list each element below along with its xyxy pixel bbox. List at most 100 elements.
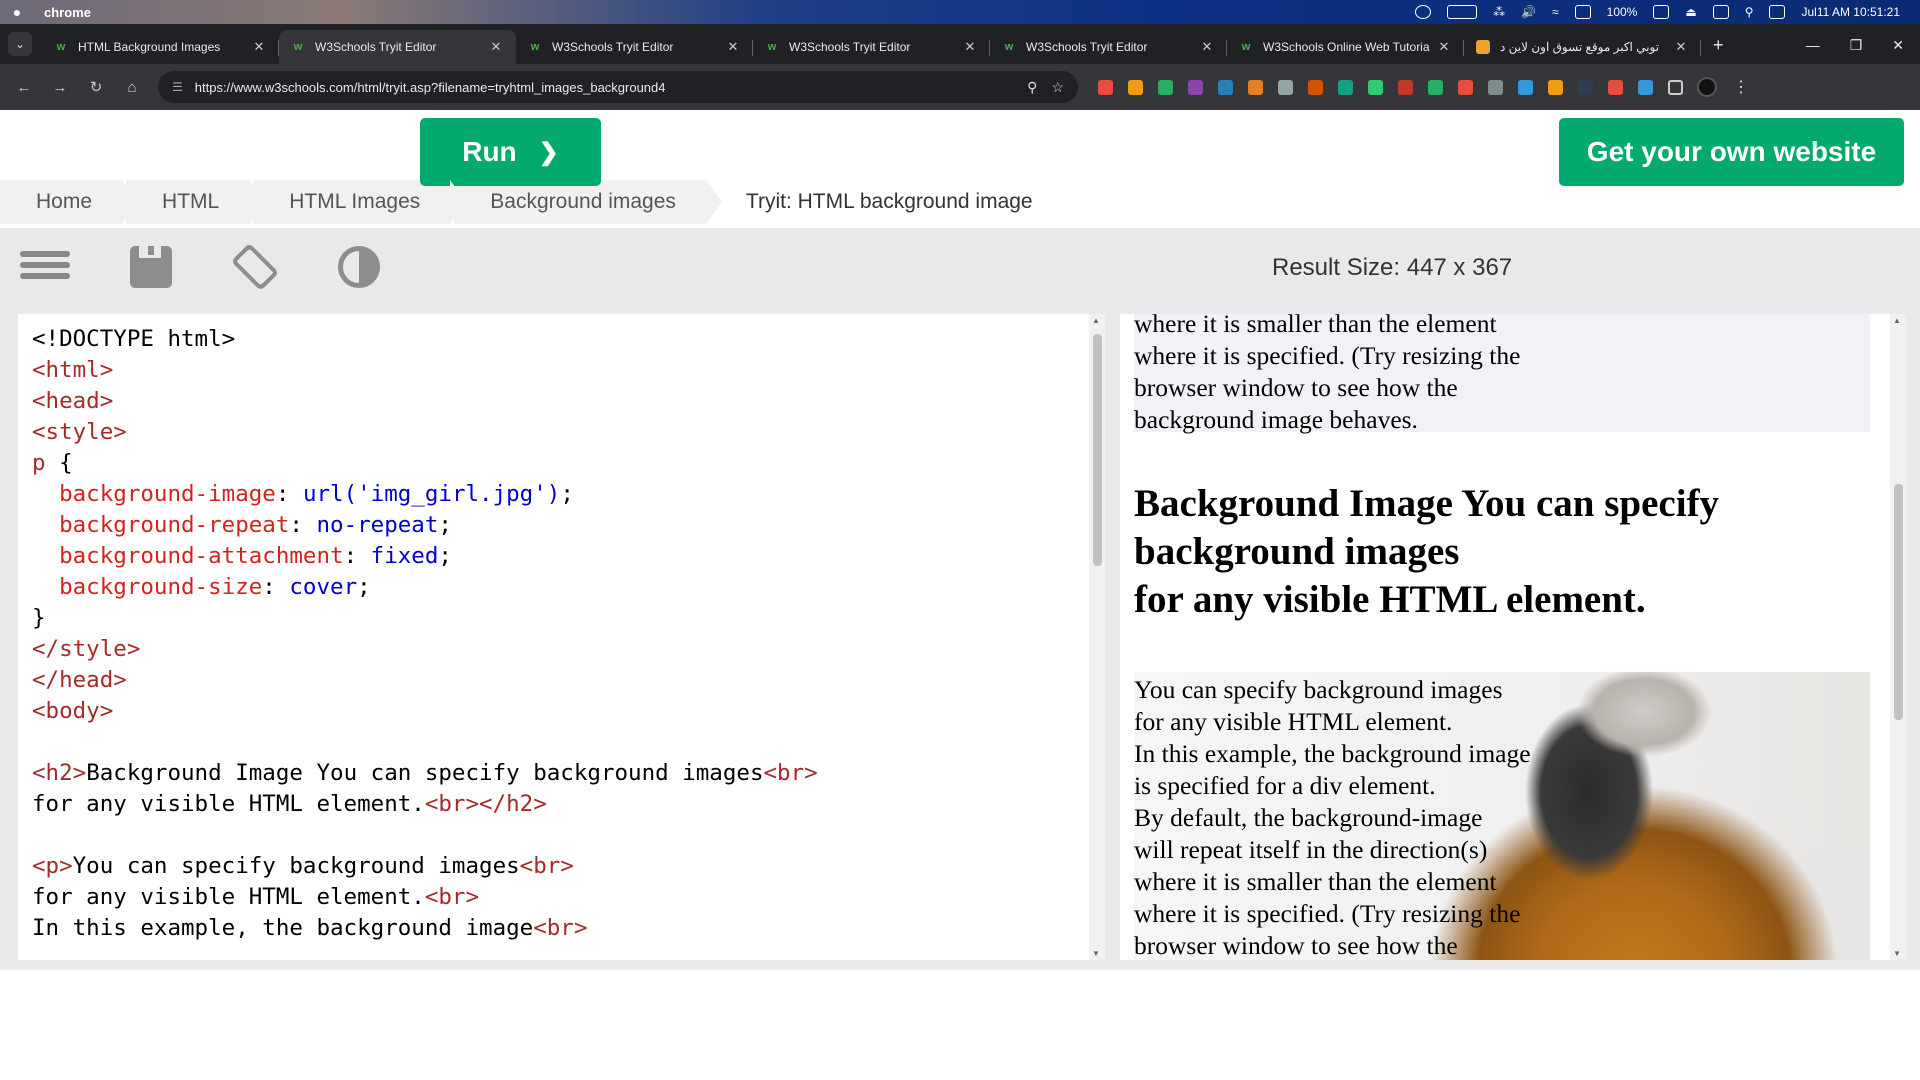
user-switch-icon[interactable] [1712, 5, 1729, 19]
close-window-icon[interactable]: ✕ [1892, 37, 1904, 54]
profile-avatar[interactable] [1697, 77, 1717, 97]
code-line[interactable]: for any visible HTML element.<br></h2> [32, 789, 818, 820]
extension-icon[interactable] [1218, 79, 1233, 95]
code-line[interactable]: <style> [32, 417, 818, 448]
extension-icon[interactable] [1578, 79, 1593, 95]
run-button[interactable]: Run ❯ [420, 118, 601, 186]
code-line[interactable]: background-repeat: no-repeat; [32, 510, 818, 541]
account-icon[interactable] [1415, 5, 1432, 19]
breadcrumb-item[interactable]: Background images [454, 180, 722, 224]
browser-tab[interactable]: توبي اكبر موقع تسوق اون لاين د ✕ [1464, 30, 1701, 64]
bookmark-star-icon[interactable]: ☆ [1051, 79, 1064, 96]
code-line[interactable]: In this example, the background image<br… [32, 913, 818, 944]
result-scrollbar[interactable]: ▲ ▼ [1890, 314, 1906, 960]
extension-icon[interactable] [1248, 79, 1263, 95]
bluetooth-icon[interactable]: ⁂ [1493, 5, 1505, 19]
code-line[interactable]: <body> [32, 696, 818, 727]
result-scrollbar-thumb[interactable] [1894, 484, 1903, 720]
tab-close-icon[interactable]: ✕ [725, 39, 741, 55]
new-tab-button[interactable]: + [1713, 35, 1724, 56]
extension-icon[interactable] [1158, 79, 1173, 95]
code-scrollbar[interactable]: ▲ ▼ [1089, 314, 1105, 960]
extension-icon[interactable] [1458, 79, 1473, 95]
code-line[interactable]: <p>You can specify background images<br> [32, 851, 818, 882]
dark-mode-toggle-icon[interactable] [338, 246, 380, 288]
screen-mirroring-icon[interactable] [1574, 5, 1591, 19]
rotate-layout-icon[interactable] [230, 242, 280, 292]
extension-icon[interactable] [1368, 79, 1383, 95]
code-line[interactable]: <!DOCTYPE html> [32, 324, 818, 355]
code-line[interactable] [32, 820, 818, 851]
battery-icon[interactable] [1653, 5, 1670, 19]
extension-icon[interactable] [1608, 79, 1623, 95]
tab-close-icon[interactable]: ✕ [962, 39, 978, 55]
get-your-own-website-button[interactable]: Get your own website [1559, 118, 1904, 186]
minimize-icon[interactable]: — [1806, 37, 1820, 54]
extension-icon[interactable] [1398, 79, 1413, 95]
tab-search-icon[interactable]: ⌄ [8, 32, 32, 56]
menu-hamburger-icon[interactable] [20, 246, 70, 290]
code-line[interactable]: <head> [32, 386, 818, 417]
tab-close-icon[interactable]: ✕ [1199, 39, 1215, 55]
code-line[interactable]: <h2>Background Image You can specify bac… [32, 758, 818, 789]
extension-icon[interactable] [1308, 79, 1323, 95]
code-text[interactable]: <!DOCTYPE html> <html> <head> <style> p { ba… [32, 324, 818, 944]
address-url[interactable]: https://www.w3schools.com/html/tryit.asp… [195, 80, 1013, 95]
save-icon[interactable] [130, 246, 172, 288]
browser-tab[interactable]: w HTML Background Images ✕ [42, 30, 279, 64]
tab-close-icon[interactable]: ✕ [251, 39, 267, 55]
extension-icon[interactable] [1128, 79, 1143, 95]
extension-icon[interactable] [1338, 79, 1353, 95]
display-icon[interactable] [1447, 5, 1478, 19]
scroll-down-icon[interactable]: ▼ [1893, 949, 1901, 958]
scroll-up-icon[interactable]: ▲ [1092, 316, 1100, 325]
result-pane[interactable]: where it is smaller than the element wher… [1120, 314, 1906, 960]
chrome-menu-icon[interactable]: ⋮ [1733, 77, 1749, 97]
forward-icon[interactable]: → [42, 79, 78, 96]
extension-icon[interactable] [1488, 79, 1503, 95]
extension-icon[interactable] [1188, 79, 1203, 95]
extension-icon[interactable] [1638, 79, 1653, 95]
extension-icon[interactable] [1548, 79, 1563, 95]
scroll-up-icon[interactable]: ▲ [1893, 316, 1901, 325]
browser-tab[interactable]: w W3Schools Tryit Editor ✕ [990, 30, 1227, 64]
extension-icon[interactable] [1278, 79, 1293, 95]
restore-icon[interactable]: ❐ [1850, 37, 1863, 54]
code-line[interactable]: } [32, 603, 818, 634]
menubar-clock[interactable]: Jul11 AM 10:51:21 [1801, 5, 1900, 19]
eject-icon[interactable]: ⏏ [1685, 5, 1696, 19]
browser-tab[interactable]: w W3Schools Online Web Tutoria ✕ [1227, 30, 1464, 64]
code-line[interactable]: </head> [32, 665, 818, 696]
code-line[interactable]: p { [32, 448, 818, 479]
code-line[interactable]: </style> [32, 634, 818, 665]
code-line[interactable]: background-image: url('img_girl.jpg'); [32, 479, 818, 510]
breadcrumb-item[interactable]: HTML [126, 180, 266, 224]
extensions-puzzle-icon[interactable] [1668, 79, 1683, 95]
breadcrumb-item[interactable]: Home [0, 180, 139, 224]
code-line[interactable]: <html> [32, 355, 818, 386]
code-line[interactable]: for any visible HTML element.<br> [32, 882, 818, 913]
breadcrumb-item[interactable]: HTML Images [253, 180, 467, 224]
browser-tab[interactable]: w W3Schools Tryit Editor ✕ [753, 30, 990, 64]
reload-icon[interactable]: ↻ [78, 78, 114, 96]
app-name[interactable]: chrome [44, 5, 91, 20]
tab-close-icon[interactable]: ✕ [488, 39, 504, 55]
apple-logo-icon[interactable]: ● [0, 4, 34, 20]
home-icon[interactable]: ⌂ [114, 79, 150, 96]
code-scrollbar-thumb[interactable] [1093, 334, 1102, 566]
browser-tab[interactable]: w W3Schools Tryit Editor ✕ [516, 30, 753, 64]
zoom-icon[interactable]: ⚲ [1027, 79, 1037, 96]
tab-close-icon[interactable]: ✕ [1673, 39, 1689, 55]
volume-icon[interactable]: 🔊 [1521, 5, 1536, 19]
code-editor[interactable]: <!DOCTYPE html> <html> <head> <style> p { ba… [18, 314, 1105, 960]
scroll-down-icon[interactable]: ▼ [1092, 949, 1100, 958]
address-bar[interactable]: ☰ https://www.w3schools.com/html/tryit.a… [158, 71, 1078, 103]
extension-icon[interactable] [1428, 79, 1443, 95]
site-info-icon[interactable]: ☰ [172, 80, 183, 94]
control-center-icon[interactable] [1769, 5, 1786, 19]
tab-close-icon[interactable]: ✕ [1436, 39, 1452, 55]
code-line[interactable] [32, 727, 818, 758]
back-icon[interactable]: ← [6, 79, 42, 96]
wifi-icon[interactable]: ≈ [1552, 5, 1559, 19]
browser-tab[interactable]: w W3Schools Tryit Editor ✕ [279, 30, 516, 64]
